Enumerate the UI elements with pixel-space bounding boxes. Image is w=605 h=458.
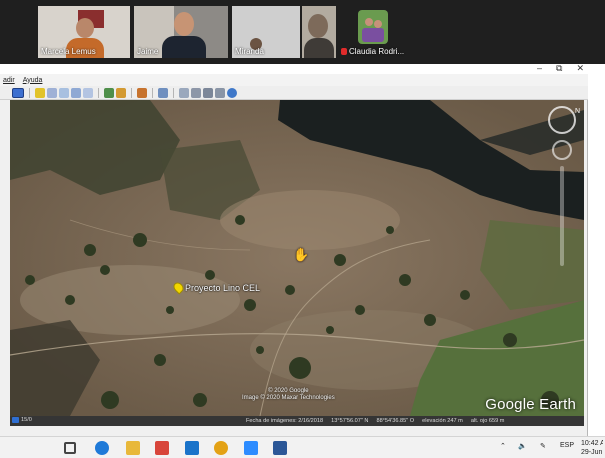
elevation: elevación 247 m xyxy=(422,418,463,424)
zoom-slider[interactable] xyxy=(560,166,564,266)
view-maps-icon[interactable] xyxy=(215,87,225,98)
compass-ring[interactable]: N xyxy=(548,106,580,134)
status-bar: 15/0 Fecha de imágenes: 2/16/2018 13°57'… xyxy=(10,416,584,426)
file-explorer-icon[interactable] xyxy=(126,441,140,455)
placemark-label: Proyecto Lino CEL xyxy=(185,282,261,293)
placemark-icon[interactable] xyxy=(35,87,45,98)
path-icon[interactable] xyxy=(59,87,69,98)
save-image-icon[interactable] xyxy=(203,87,213,98)
email-icon[interactable] xyxy=(179,87,189,98)
look-joystick[interactable] xyxy=(552,140,572,160)
close-button[interactable]: ✕ xyxy=(576,63,584,74)
video-call-strip: Marcela Lemus Jaime Miranda Claudia Rodr… xyxy=(0,0,605,64)
latitude: 13°57'56.07" N xyxy=(331,418,369,424)
menu-item-add[interactable]: adir xyxy=(3,77,15,84)
imagery-copyright: © 2020 Google Image © 2020 Maxar Technol… xyxy=(242,388,335,401)
participant-tile-5[interactable]: Claudia Rodri... xyxy=(338,6,408,58)
participant-name: Claudia Rodri... xyxy=(341,47,404,56)
clock[interactable]: 10:42 A 29-Jun xyxy=(581,439,603,457)
task-view-icon[interactable] xyxy=(64,442,76,454)
taskbar: ⌃ 🔈 ✎ ESP 10:42 A 29-Jun xyxy=(0,436,605,458)
hand-cursor-icon: ✋ xyxy=(293,247,310,262)
longitude: 88°54'36.85" O xyxy=(376,418,415,424)
participant-name: Jaime xyxy=(137,47,159,56)
overlay-icon[interactable] xyxy=(71,87,81,98)
historical-imagery-icon[interactable] xyxy=(104,87,114,98)
google-earth-window: – ⧉ ✕ adir Ayuda N ✋ Proyecto Lino CEL ©… xyxy=(0,63,588,436)
tray-chevron-icon[interactable]: ⌃ xyxy=(500,442,506,450)
sidebar-toggle-icon[interactable] xyxy=(12,87,24,98)
participant-tile-4[interactable] xyxy=(302,6,336,58)
polygon-icon[interactable] xyxy=(47,87,57,98)
placemark[interactable]: Proyecto Lino CEL xyxy=(171,280,261,295)
planets-icon[interactable] xyxy=(137,87,147,98)
minimize-button[interactable]: – xyxy=(537,63,542,74)
sun-icon[interactable] xyxy=(116,87,126,98)
tour-label: 15/0 xyxy=(21,417,32,423)
participant-tile-2[interactable]: Jaime xyxy=(134,6,228,58)
eye-altitude: alt. ojo 659 m xyxy=(470,418,505,424)
word-icon[interactable] xyxy=(273,441,287,455)
record-tour-icon[interactable] xyxy=(83,87,93,98)
participant-name: Marcela Lemus xyxy=(41,47,96,56)
earth-3d-view[interactable]: N ✋ Proyecto Lino CEL © 2020 Google Imag… xyxy=(10,100,584,416)
pen-icon[interactable]: ✎ xyxy=(540,442,546,450)
zoom-icon[interactable] xyxy=(244,441,258,455)
tour-icon[interactable] xyxy=(12,417,19,423)
google-earth-logo: Google Earth xyxy=(485,396,576,413)
language-indicator[interactable]: ESP xyxy=(560,442,574,449)
office-icon[interactable] xyxy=(155,441,169,455)
restore-button[interactable]: ⧉ xyxy=(556,63,562,74)
participant-tile-3[interactable]: Miranda xyxy=(232,6,300,58)
volume-icon[interactable]: 🔈 xyxy=(518,442,527,450)
mic-off-icon xyxy=(341,48,347,55)
chrome-icon[interactable] xyxy=(214,441,228,455)
window-titlebar[interactable]: – ⧉ ✕ xyxy=(0,63,588,74)
toolbar xyxy=(0,86,588,100)
print-icon[interactable] xyxy=(191,87,201,98)
screen: Marcela Lemus Jaime Miranda Claudia Rodr… xyxy=(0,0,605,458)
mail-icon[interactable] xyxy=(185,441,199,455)
imagery-date: Fecha de imágenes: 2/16/2018 xyxy=(246,418,324,424)
participant-name: Miranda xyxy=(235,47,264,56)
pushpin-icon xyxy=(171,280,186,295)
menu-item-help[interactable]: Ayuda xyxy=(23,77,43,84)
ruler-icon[interactable] xyxy=(158,87,168,98)
edge-icon[interactable] xyxy=(95,441,109,455)
earth-gallery-icon[interactable] xyxy=(227,87,237,98)
menu-bar: adir Ayuda xyxy=(0,74,588,86)
participant-tile-1[interactable]: Marcela Lemus xyxy=(38,6,130,58)
